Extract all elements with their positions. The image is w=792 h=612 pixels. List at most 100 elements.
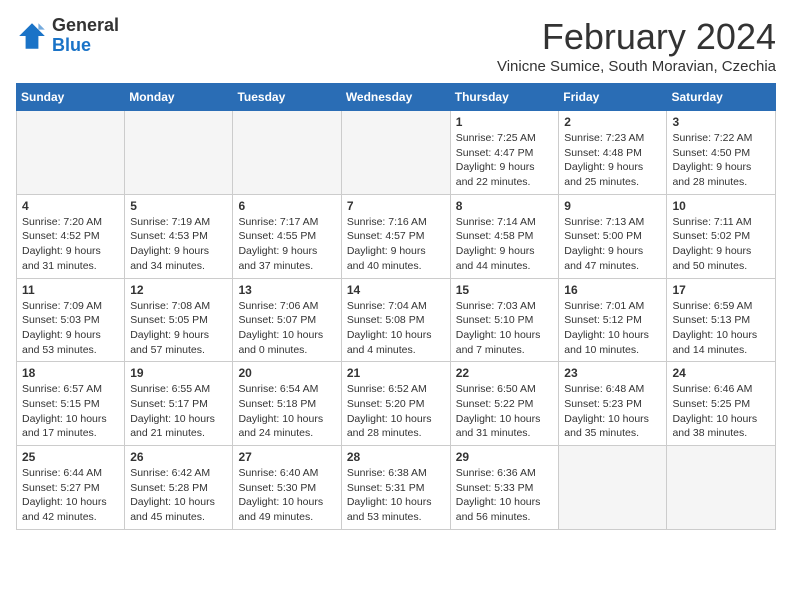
day-number: 25 [22, 450, 119, 464]
calendar-week-row: 11 Sunrise: 7:09 AM Sunset: 5:03 PM Dayli… [17, 278, 776, 362]
day-info: Sunrise: 7:14 AM Sunset: 4:58 PM Dayligh… [456, 215, 554, 274]
day-info: Sunrise: 6:42 AM Sunset: 5:28 PM Dayligh… [130, 466, 227, 525]
calendar-cell: 14 Sunrise: 7:04 AM Sunset: 5:08 PM Dayli… [341, 278, 450, 362]
day-info: Sunrise: 6:38 AM Sunset: 5:31 PM Dayligh… [347, 466, 445, 525]
day-info: Sunrise: 6:59 AM Sunset: 5:13 PM Dayligh… [672, 299, 770, 358]
calendar-cell: 29 Sunrise: 6:36 AM Sunset: 5:33 PM Dayli… [450, 446, 559, 530]
day-number: 13 [238, 283, 335, 297]
day-info: Sunrise: 7:16 AM Sunset: 4:57 PM Dayligh… [347, 215, 445, 274]
day-info: Sunrise: 6:40 AM Sunset: 5:30 PM Dayligh… [238, 466, 335, 525]
day-info: Sunrise: 7:01 AM Sunset: 5:12 PM Dayligh… [564, 299, 661, 358]
day-number: 17 [672, 283, 770, 297]
day-number: 2 [564, 115, 661, 129]
calendar-cell [559, 446, 667, 530]
calendar-week-row: 25 Sunrise: 6:44 AM Sunset: 5:27 PM Dayli… [17, 446, 776, 530]
weekday-thursday: Thursday [450, 84, 559, 111]
day-info: Sunrise: 7:03 AM Sunset: 5:10 PM Dayligh… [456, 299, 554, 358]
calendar-cell: 7 Sunrise: 7:16 AM Sunset: 4:57 PM Daylig… [341, 194, 450, 278]
day-info: Sunrise: 7:09 AM Sunset: 5:03 PM Dayligh… [22, 299, 119, 358]
calendar-cell: 16 Sunrise: 7:01 AM Sunset: 5:12 PM Dayli… [559, 278, 667, 362]
calendar-cell: 8 Sunrise: 7:14 AM Sunset: 4:58 PM Daylig… [450, 194, 559, 278]
calendar-cell: 12 Sunrise: 7:08 AM Sunset: 5:05 PM Dayli… [125, 278, 233, 362]
day-info: Sunrise: 7:20 AM Sunset: 4:52 PM Dayligh… [22, 215, 119, 274]
calendar-cell: 18Sunrise: 6:57 AM Sunset: 5:15 PM Dayli… [17, 362, 125, 446]
day-info: Sunrise: 7:06 AM Sunset: 5:07 PM Dayligh… [238, 299, 335, 358]
day-info: Sunrise: 6:48 AM Sunset: 5:23 PM Dayligh… [564, 382, 661, 441]
logo-icon [16, 20, 48, 52]
calendar-cell: 1 Sunrise: 7:25 AM Sunset: 4:47 PM Daylig… [450, 111, 559, 195]
day-number: 5 [130, 199, 227, 213]
day-info: Sunrise: 7:11 AM Sunset: 5:02 PM Dayligh… [672, 215, 770, 274]
weekday-wednesday: Wednesday [341, 84, 450, 111]
calendar-cell: 6 Sunrise: 7:17 AM Sunset: 4:55 PM Daylig… [233, 194, 341, 278]
weekday-monday: Monday [125, 84, 233, 111]
day-info: Sunrise: 7:04 AM Sunset: 5:08 PM Dayligh… [347, 299, 445, 358]
day-number: 3 [672, 115, 770, 129]
calendar-cell: 25 Sunrise: 6:44 AM Sunset: 5:27 PM Dayli… [17, 446, 125, 530]
logo-text: General Blue [52, 16, 119, 56]
day-number: 9 [564, 199, 661, 213]
day-info: Sunrise: 7:08 AM Sunset: 5:05 PM Dayligh… [130, 299, 227, 358]
day-number: 19 [130, 366, 227, 380]
day-info: Sunrise: 7:19 AM Sunset: 4:53 PM Dayligh… [130, 215, 227, 274]
day-info: Sunrise: 6:50 AM Sunset: 5:22 PM Dayligh… [456, 382, 554, 441]
calendar-cell: 3 Sunrise: 7:22 AM Sunset: 4:50 PM Daylig… [667, 111, 776, 195]
calendar-cell: 17 Sunrise: 6:59 AM Sunset: 5:13 PM Dayli… [667, 278, 776, 362]
day-number: 1 [456, 115, 554, 129]
calendar-cell: 27 Sunrise: 6:40 AM Sunset: 5:30 PM Dayli… [233, 446, 341, 530]
day-info: Sunrise: 7:13 AM Sunset: 5:00 PM Dayligh… [564, 215, 661, 274]
day-info: Sunrise: 7:22 AM Sunset: 4:50 PM Dayligh… [672, 131, 770, 190]
title-section: February 2024 Vinicne Sumice, South Mora… [497, 16, 776, 75]
day-number: 21 [347, 366, 445, 380]
calendar-cell: 2 Sunrise: 7:23 AM Sunset: 4:48 PM Daylig… [559, 111, 667, 195]
weekday-sunday: Sunday [17, 84, 125, 111]
calendar-cell: 15 Sunrise: 7:03 AM Sunset: 5:10 PM Dayli… [450, 278, 559, 362]
header: General Blue February 2024 Vinicne Sumic… [16, 16, 776, 75]
weekday-header-row: SundayMondayTuesdayWednesdayThursdayFrid… [17, 84, 776, 111]
calendar-cell: 24Sunrise: 6:46 AM Sunset: 5:25 PM Dayli… [667, 362, 776, 446]
day-number: 8 [456, 199, 554, 213]
calendar-cell [233, 111, 341, 195]
day-number: 4 [22, 199, 119, 213]
day-number: 22 [456, 366, 554, 380]
day-number: 29 [456, 450, 554, 464]
calendar-cell [17, 111, 125, 195]
day-info: Sunrise: 6:54 AM Sunset: 5:18 PM Dayligh… [238, 382, 335, 441]
day-info: Sunrise: 7:25 AM Sunset: 4:47 PM Dayligh… [456, 131, 554, 190]
day-number: 10 [672, 199, 770, 213]
day-number: 6 [238, 199, 335, 213]
day-number: 7 [347, 199, 445, 213]
calendar-cell: 19Sunrise: 6:55 AM Sunset: 5:17 PM Dayli… [125, 362, 233, 446]
calendar-cell [667, 446, 776, 530]
calendar-cell: 13 Sunrise: 7:06 AM Sunset: 5:07 PM Dayli… [233, 278, 341, 362]
logo: General Blue [16, 16, 119, 56]
day-info: Sunrise: 6:36 AM Sunset: 5:33 PM Dayligh… [456, 466, 554, 525]
calendar-cell: 10 Sunrise: 7:11 AM Sunset: 5:02 PM Dayli… [667, 194, 776, 278]
day-info: Sunrise: 7:17 AM Sunset: 4:55 PM Dayligh… [238, 215, 335, 274]
day-number: 20 [238, 366, 335, 380]
calendar-cell: 26 Sunrise: 6:42 AM Sunset: 5:28 PM Dayli… [125, 446, 233, 530]
day-number: 27 [238, 450, 335, 464]
calendar-cell: 11 Sunrise: 7:09 AM Sunset: 5:03 PM Dayli… [17, 278, 125, 362]
day-number: 11 [22, 283, 119, 297]
calendar-cell [341, 111, 450, 195]
day-number: 24 [672, 366, 770, 380]
day-number: 15 [456, 283, 554, 297]
day-number: 14 [347, 283, 445, 297]
calendar-week-row: 18Sunrise: 6:57 AM Sunset: 5:15 PM Dayli… [17, 362, 776, 446]
calendar-table: SundayMondayTuesdayWednesdayThursdayFrid… [16, 83, 776, 530]
day-number: 26 [130, 450, 227, 464]
location-subtitle: Vinicne Sumice, South Moravian, Czechia [497, 58, 776, 75]
calendar-cell: 9 Sunrise: 7:13 AM Sunset: 5:00 PM Daylig… [559, 194, 667, 278]
day-info: Sunrise: 7:23 AM Sunset: 4:48 PM Dayligh… [564, 131, 661, 190]
day-number: 12 [130, 283, 227, 297]
weekday-saturday: Saturday [667, 84, 776, 111]
month-title: February 2024 [497, 16, 776, 58]
calendar-week-row: 4 Sunrise: 7:20 AM Sunset: 4:52 PM Daylig… [17, 194, 776, 278]
calendar-cell: 21Sunrise: 6:52 AM Sunset: 5:20 PM Dayli… [341, 362, 450, 446]
calendar-cell: 5 Sunrise: 7:19 AM Sunset: 4:53 PM Daylig… [125, 194, 233, 278]
day-number: 16 [564, 283, 661, 297]
calendar-cell: 23Sunrise: 6:48 AM Sunset: 5:23 PM Dayli… [559, 362, 667, 446]
day-info: Sunrise: 6:44 AM Sunset: 5:27 PM Dayligh… [22, 466, 119, 525]
calendar-cell: 28Sunrise: 6:38 AM Sunset: 5:31 PM Dayli… [341, 446, 450, 530]
